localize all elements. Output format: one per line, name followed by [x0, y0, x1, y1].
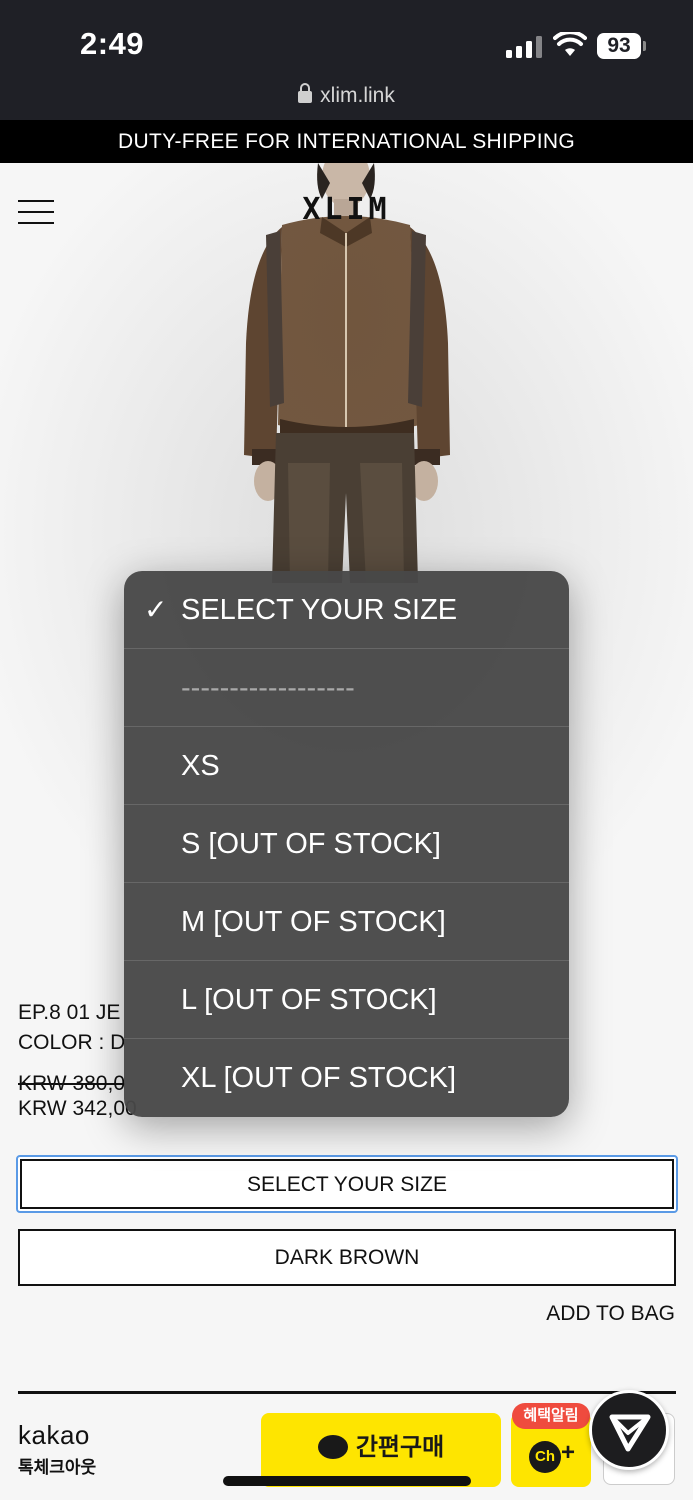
option-label: XS: [181, 750, 220, 782]
status-time: 2:49: [80, 26, 145, 61]
size-option-l[interactable]: L [OUT OF STOCK]: [124, 961, 569, 1039]
cellular-signal-icon: [506, 34, 542, 58]
size-option-m[interactable]: M [OUT OF STOCK]: [124, 883, 569, 961]
wifi-icon: [553, 32, 587, 56]
lock-icon: [298, 83, 313, 103]
option-label: M [OUT OF STOCK]: [181, 906, 446, 938]
benefit-alert-badge: 혜택알림: [512, 1403, 590, 1429]
kakao-logo: kakao: [18, 1420, 90, 1450]
status-bar: 2:49 93 xlim.link: [0, 0, 693, 120]
checkmark-icon: ✓: [144, 594, 168, 625]
product-info: EP.8 01 JE COLOR : D: [18, 998, 125, 1058]
battery-icon: 93: [597, 33, 641, 59]
url-text: xlim.link: [320, 84, 395, 107]
promo-banner[interactable]: DUTY-FREE FOR INTERNATIONAL SHIPPING: [0, 120, 693, 163]
kakao-buy-label: 간편구매: [355, 1434, 445, 1461]
option-label: ------------------: [181, 672, 355, 704]
battery-tip: [643, 41, 646, 51]
brand-logo[interactable]: XLIM: [0, 192, 693, 227]
address-bar[interactable]: xlim.link: [0, 83, 693, 108]
add-to-bag-button[interactable]: ADD TO BAG: [546, 1302, 675, 1326]
size-option-xs[interactable]: XS: [124, 727, 569, 805]
option-label: S [OUT OF STOCK]: [181, 828, 441, 860]
size-option-separator[interactable]: ------------------: [124, 649, 569, 727]
option-label: SELECT YOUR SIZE: [181, 594, 458, 626]
color-select[interactable]: DARK BROWN: [18, 1229, 676, 1286]
size-option-select[interactable]: ✓ SELECT YOUR SIZE: [124, 571, 569, 649]
kakao-subtitle: 톡체크아웃: [18, 1458, 97, 1477]
home-indicator: [223, 1476, 471, 1486]
divider: [18, 1391, 676, 1394]
paper-plane-icon: [609, 1414, 651, 1452]
send-icon-button[interactable]: [589, 1390, 669, 1470]
price-original: KRW 380,0: [18, 1072, 125, 1095]
chat-bubble-icon: [317, 1434, 348, 1459]
price-sale: KRW 342,00: [18, 1097, 137, 1120]
plus-icon: +: [561, 1439, 576, 1466]
size-select[interactable]: SELECT YOUR SIZE: [16, 1155, 678, 1213]
size-option-s[interactable]: S [OUT OF STOCK]: [124, 805, 569, 883]
product-name: EP.8 01 JE: [18, 1001, 121, 1024]
product-color: COLOR : D: [18, 1031, 126, 1054]
option-label: L [OUT OF STOCK]: [181, 984, 437, 1016]
size-dropdown-menu[interactable]: ✓ SELECT YOUR SIZE ------------------ XS…: [124, 571, 569, 1117]
size-option-xl[interactable]: XL [OUT OF STOCK]: [124, 1039, 569, 1117]
size-select-value: SELECT YOUR SIZE: [20, 1159, 674, 1209]
option-label: XL [OUT OF STOCK]: [181, 1062, 457, 1094]
channel-icon: Ch: [529, 1441, 561, 1473]
